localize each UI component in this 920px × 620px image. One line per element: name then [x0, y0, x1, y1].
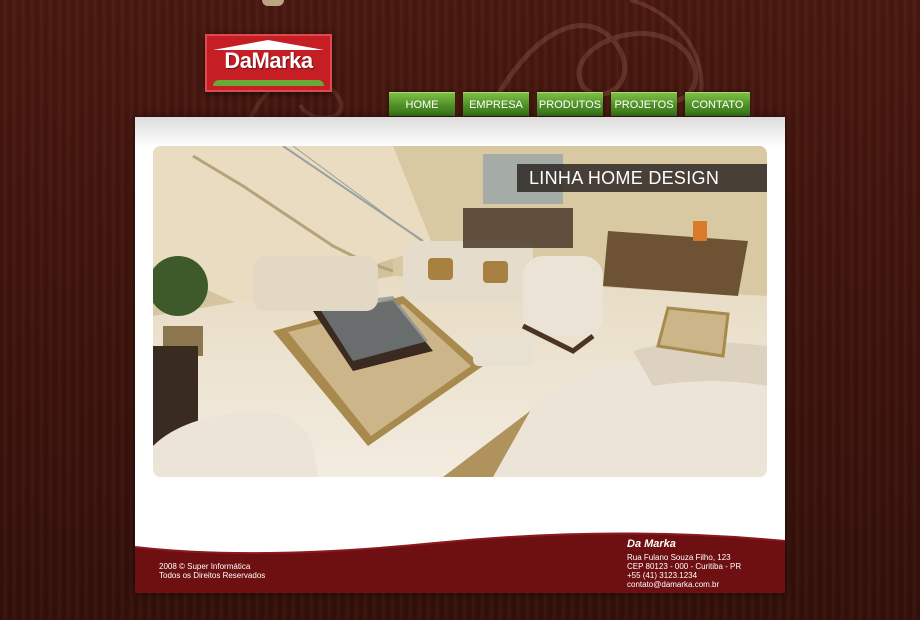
footer-email-link[interactable]: contato@damarka.com.br — [627, 580, 741, 589]
damarka-logo[interactable]: DaMarka — [205, 34, 332, 92]
footer-rights: Todos os Direitos Reservados — [159, 571, 266, 580]
footer-contact-block: Da Marka Rua Fulano Souza Filho, 123 CEP… — [627, 538, 741, 589]
living-room-illustration — [153, 146, 767, 477]
hero-title-banner: LINHA HOME DESIGN — [517, 164, 767, 192]
nav-home[interactable]: HOME — [389, 92, 455, 116]
footer-copyright-block: 2008 © Super Informática Todos os Direit… — [159, 562, 265, 580]
ceiling-lamp-decoration — [262, 0, 284, 6]
footer-cep: CEP 80123 - 000 - Curitiba - PR — [627, 562, 742, 571]
footer-company-name: Da Marka — [627, 538, 676, 550]
footer-address: Rua Fulano Souza Filho, 123 — [627, 553, 731, 562]
nav-empresa[interactable]: EMPRESA — [463, 92, 529, 116]
content-panel: LINHA HOME DESIGN 2008 © Super Informáti… — [135, 117, 785, 593]
hero-photo-living-room: LINHA HOME DESIGN — [153, 146, 767, 477]
panel-top-shading — [135, 117, 785, 147]
logo-green-base — [213, 80, 324, 86]
footer-phone: +55 (41) 3123.1234 — [627, 571, 698, 580]
footer-copyright: 2008 © Super Informática — [159, 562, 251, 571]
hero-title: LINHA HOME DESIGN — [529, 168, 720, 188]
nav-projetos[interactable]: PROJETOS — [611, 92, 677, 116]
logo-brand-text: DaMarka — [224, 48, 313, 73]
nav-contato[interactable]: CONTATO — [685, 92, 750, 116]
nav-produtos[interactable]: PRODUTOS — [537, 92, 603, 116]
